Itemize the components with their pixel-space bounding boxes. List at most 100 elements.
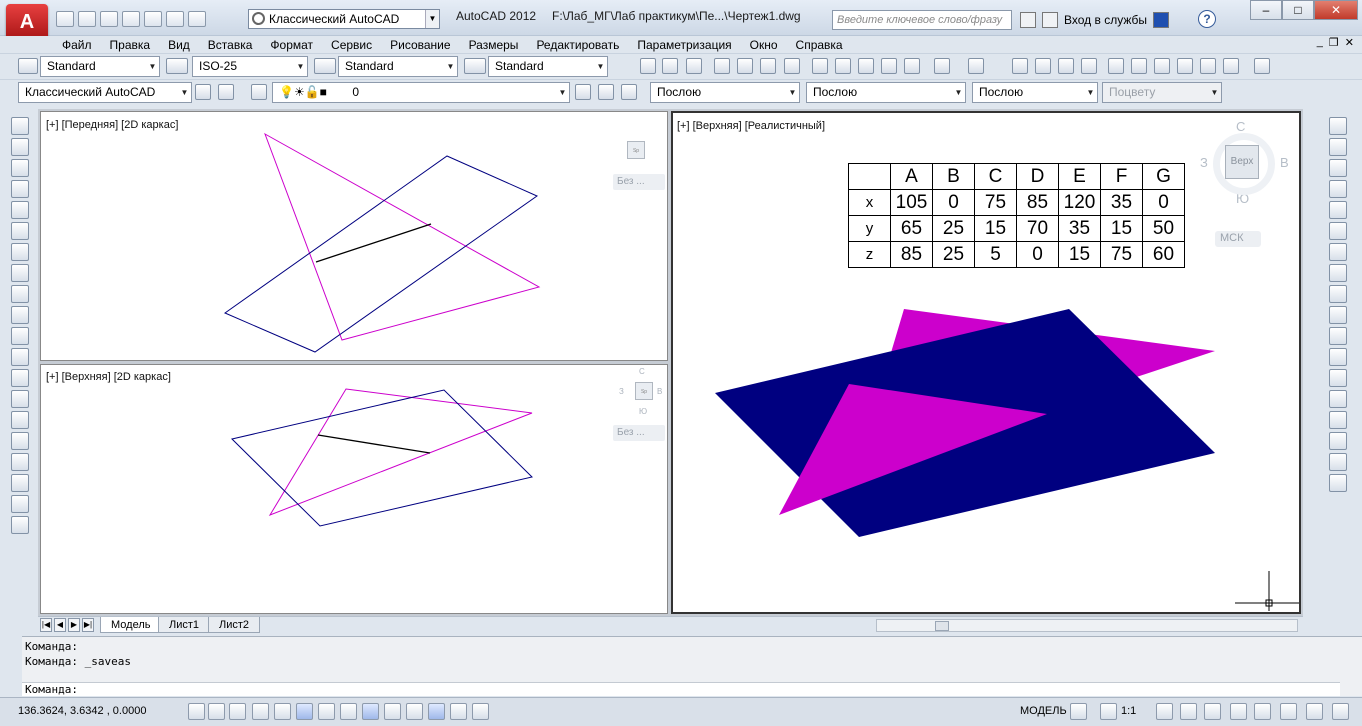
pan-icon[interactable]: [1012, 58, 1028, 74]
polygon-icon[interactable]: [11, 180, 29, 198]
copy-base-icon[interactable]: [881, 58, 897, 74]
snap-mode-icon[interactable]: [208, 703, 225, 720]
construction-line-icon[interactable]: [11, 138, 29, 156]
revision-cloud-icon[interactable]: [11, 264, 29, 282]
tab-model[interactable]: Модель: [100, 617, 162, 633]
view-cube-face[interactable]: Sp: [635, 382, 653, 400]
auto-scale-icon[interactable]: [1180, 703, 1197, 720]
horizontal-scrollbar[interactable]: [876, 619, 1298, 632]
visual-style-dropdown[interactable]: Без ...: [613, 174, 665, 190]
dim-style-icon[interactable]: [166, 58, 188, 74]
menu-tools[interactable]: Сервис: [322, 38, 381, 52]
plot-icon[interactable]: [714, 58, 730, 74]
undo-icon[interactable]: [166, 11, 184, 27]
visual-style-dropdown[interactable]: Без ...: [613, 425, 665, 441]
chamfer-icon[interactable]: [1329, 411, 1347, 429]
menu-insert[interactable]: Вставка: [199, 38, 262, 52]
table-icon[interactable]: [11, 474, 29, 492]
lineweight-select[interactable]: Послою ▼: [972, 82, 1098, 103]
stretch-icon[interactable]: [1329, 285, 1347, 303]
menu-file[interactable]: Файл: [53, 38, 101, 52]
search-input[interactable]: Введите ключевое слово/фразу: [832, 10, 1012, 30]
dim-style-select[interactable]: ISO-25 ▼: [192, 56, 308, 77]
mirror-icon[interactable]: [1329, 159, 1347, 177]
cut-icon[interactable]: [812, 58, 828, 74]
workspace-switching-icon[interactable]: [1204, 703, 1221, 720]
copy-object-icon[interactable]: [1329, 138, 1347, 156]
view-cube-top2d[interactable]: С З В Ю Sp: [619, 367, 667, 427]
dynamic-input-icon[interactable]: [384, 703, 401, 720]
object-snap-tracking-icon[interactable]: [340, 703, 357, 720]
login-label[interactable]: Вход в службы: [1064, 13, 1147, 27]
fillet-icon[interactable]: [1329, 432, 1347, 450]
make-current-icon[interactable]: [575, 84, 591, 100]
transparency-icon[interactable]: [428, 703, 445, 720]
cursor-coordinates[interactable]: 136.3624, 3.6342 , 0.0000: [18, 705, 146, 717]
annotation-scale-value[interactable]: 1:1: [1121, 705, 1136, 717]
match-properties-icon[interactable]: [904, 58, 920, 74]
minimize-button[interactable]: –: [1250, 0, 1282, 20]
offset-icon[interactable]: [1329, 180, 1347, 198]
last-tab-arrow[interactable]: ▶|: [82, 618, 94, 632]
quick-properties-icon[interactable]: [450, 703, 467, 720]
preview-icon[interactable]: [737, 58, 753, 74]
workspace-settings-icon[interactable]: [195, 84, 211, 100]
menu-edit[interactable]: Правка: [101, 38, 160, 52]
menu-modify[interactable]: Редактировать: [527, 38, 628, 52]
view-cube-face[interactable]: Верх: [1225, 145, 1259, 179]
menu-help[interactable]: Справка: [787, 38, 852, 52]
selection-cycling-icon[interactable]: [472, 703, 489, 720]
add-selected-icon[interactable]: [11, 516, 29, 534]
menu-window[interactable]: Окно: [741, 38, 787, 52]
markup-icon[interactable]: [1200, 58, 1216, 74]
polar-tracking-icon[interactable]: [274, 703, 291, 720]
help-button[interactable]: ?: [1198, 10, 1216, 28]
infer-constraints-icon[interactable]: [188, 703, 205, 720]
explode-icon[interactable]: [1329, 474, 1347, 492]
dynamic-ucs-icon[interactable]: [362, 703, 379, 720]
model-space-label[interactable]: МОДЕЛЬ: [1020, 705, 1067, 717]
save-icon[interactable]: [686, 58, 702, 74]
print-icon[interactable]: [144, 11, 162, 27]
copy-icon[interactable]: [835, 58, 851, 74]
publish-icon[interactable]: [760, 58, 776, 74]
isolate-objects-icon[interactable]: [1280, 703, 1297, 720]
doc-close-button[interactable]: ✕: [1345, 36, 1354, 54]
workspace-toolbar-select[interactable]: Классический AutoCAD ▼: [18, 82, 192, 103]
point-icon[interactable]: [11, 390, 29, 408]
drawing-area[interactable]: [+] [Передняя] [2D каркас] Sp Без ... [+…: [38, 109, 1303, 616]
doc-minimize-button[interactable]: _: [1317, 36, 1323, 54]
mleader-style-select[interactable]: Standard ▼: [488, 56, 608, 77]
ucs-dropdown[interactable]: МСК: [1215, 231, 1261, 247]
3d-object-snap-icon[interactable]: [318, 703, 335, 720]
hardware-acceleration-icon[interactable]: [1254, 703, 1271, 720]
command-window[interactable]: Команда: Команда: _saveas Команда:: [22, 636, 1362, 696]
move-icon[interactable]: [1329, 222, 1347, 240]
binoculars-icon[interactable]: [1020, 12, 1036, 28]
gradient-icon[interactable]: [11, 432, 29, 450]
tab-layout2[interactable]: Лист2: [208, 617, 261, 633]
ortho-mode-icon[interactable]: [252, 703, 269, 720]
tool-palettes-icon[interactable]: [1154, 58, 1170, 74]
3d-dwf-icon[interactable]: [784, 58, 800, 74]
close-button[interactable]: ✕: [1314, 0, 1358, 20]
layer-iso-icon[interactable]: [621, 84, 637, 100]
make-block-icon[interactable]: [11, 369, 29, 387]
object-snap-icon[interactable]: [296, 703, 313, 720]
command-input[interactable]: Команда:: [22, 682, 1340, 696]
multiline-text-icon[interactable]: [11, 495, 29, 513]
blend-curves-icon[interactable]: [1329, 453, 1347, 471]
layer-properties-icon[interactable]: [251, 84, 267, 100]
table-style-icon[interactable]: [314, 58, 336, 74]
linetype-select[interactable]: Послою ▼: [806, 82, 966, 103]
break-icon[interactable]: [1329, 369, 1347, 387]
annotation-scale-icon[interactable]: [1100, 703, 1117, 720]
prev-tab-arrow[interactable]: ◀: [54, 618, 66, 632]
mleader-style-icon[interactable]: [464, 58, 486, 74]
polyline-icon[interactable]: [11, 159, 29, 177]
trim-icon[interactable]: [1329, 306, 1347, 324]
clean-screen-icon[interactable]: [1332, 703, 1349, 720]
quick-view-layouts-icon[interactable]: [1070, 703, 1087, 720]
menu-format[interactable]: Формат: [261, 38, 322, 52]
doc-restore-button[interactable]: ❐: [1329, 36, 1339, 54]
